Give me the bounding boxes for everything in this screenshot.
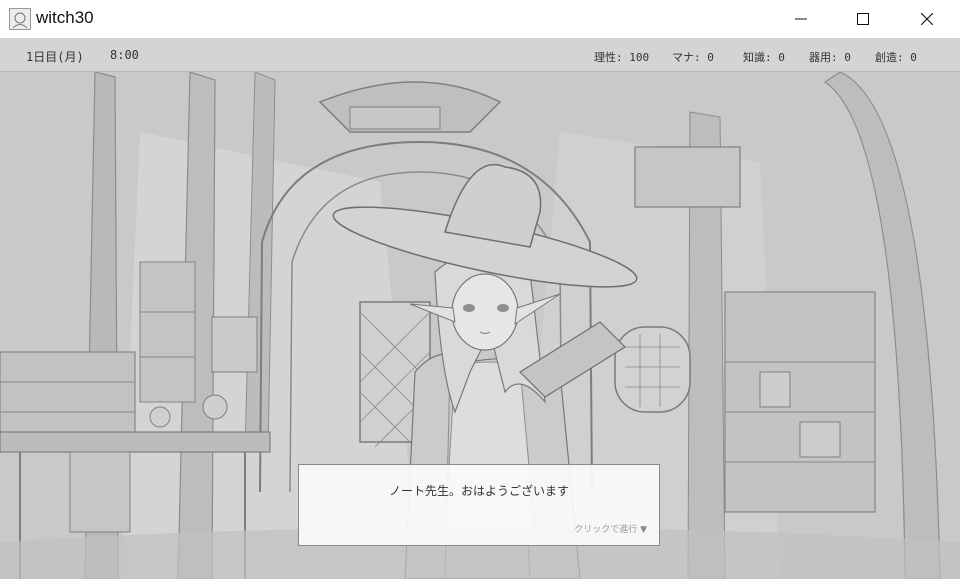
status-bar: 1日目(月) 8:00 理性: 100 マナ: 0 知識: 0 器用: 0 創造… (0, 38, 960, 72)
maximize-icon (857, 13, 869, 25)
advance-hint-label: クリックで進行 (574, 525, 638, 535)
stat-knowledge: 知識: 0 (743, 51, 785, 64)
dialog-box[interactable]: ノート先生。おはようございます クリックで進行 ▼ (298, 464, 660, 546)
stat-creativity: 創造: 0 (875, 51, 917, 64)
maximize-button[interactable] (840, 0, 886, 38)
minimize-icon (795, 18, 807, 20)
close-button[interactable] (904, 0, 950, 38)
time-label: 8:00 (110, 48, 139, 62)
stat-reason: 理性: 100 (594, 51, 650, 64)
dialog-text: ノート先生。おはようございます (388, 484, 569, 498)
day-label: 1日目(月) (26, 50, 84, 64)
minimize-button[interactable] (778, 0, 824, 38)
window-titlebar: witch30 (0, 0, 960, 38)
app-icon (9, 8, 31, 30)
stat-dexterity: 器用: 0 (809, 51, 851, 64)
stat-mana: マナ: 0 (672, 51, 714, 64)
advance-hint[interactable]: クリックで進行 ▼ (574, 522, 647, 535)
close-icon (921, 13, 933, 25)
triangle-down-icon: ▼ (640, 525, 647, 535)
window-title: witch30 (36, 8, 94, 27)
